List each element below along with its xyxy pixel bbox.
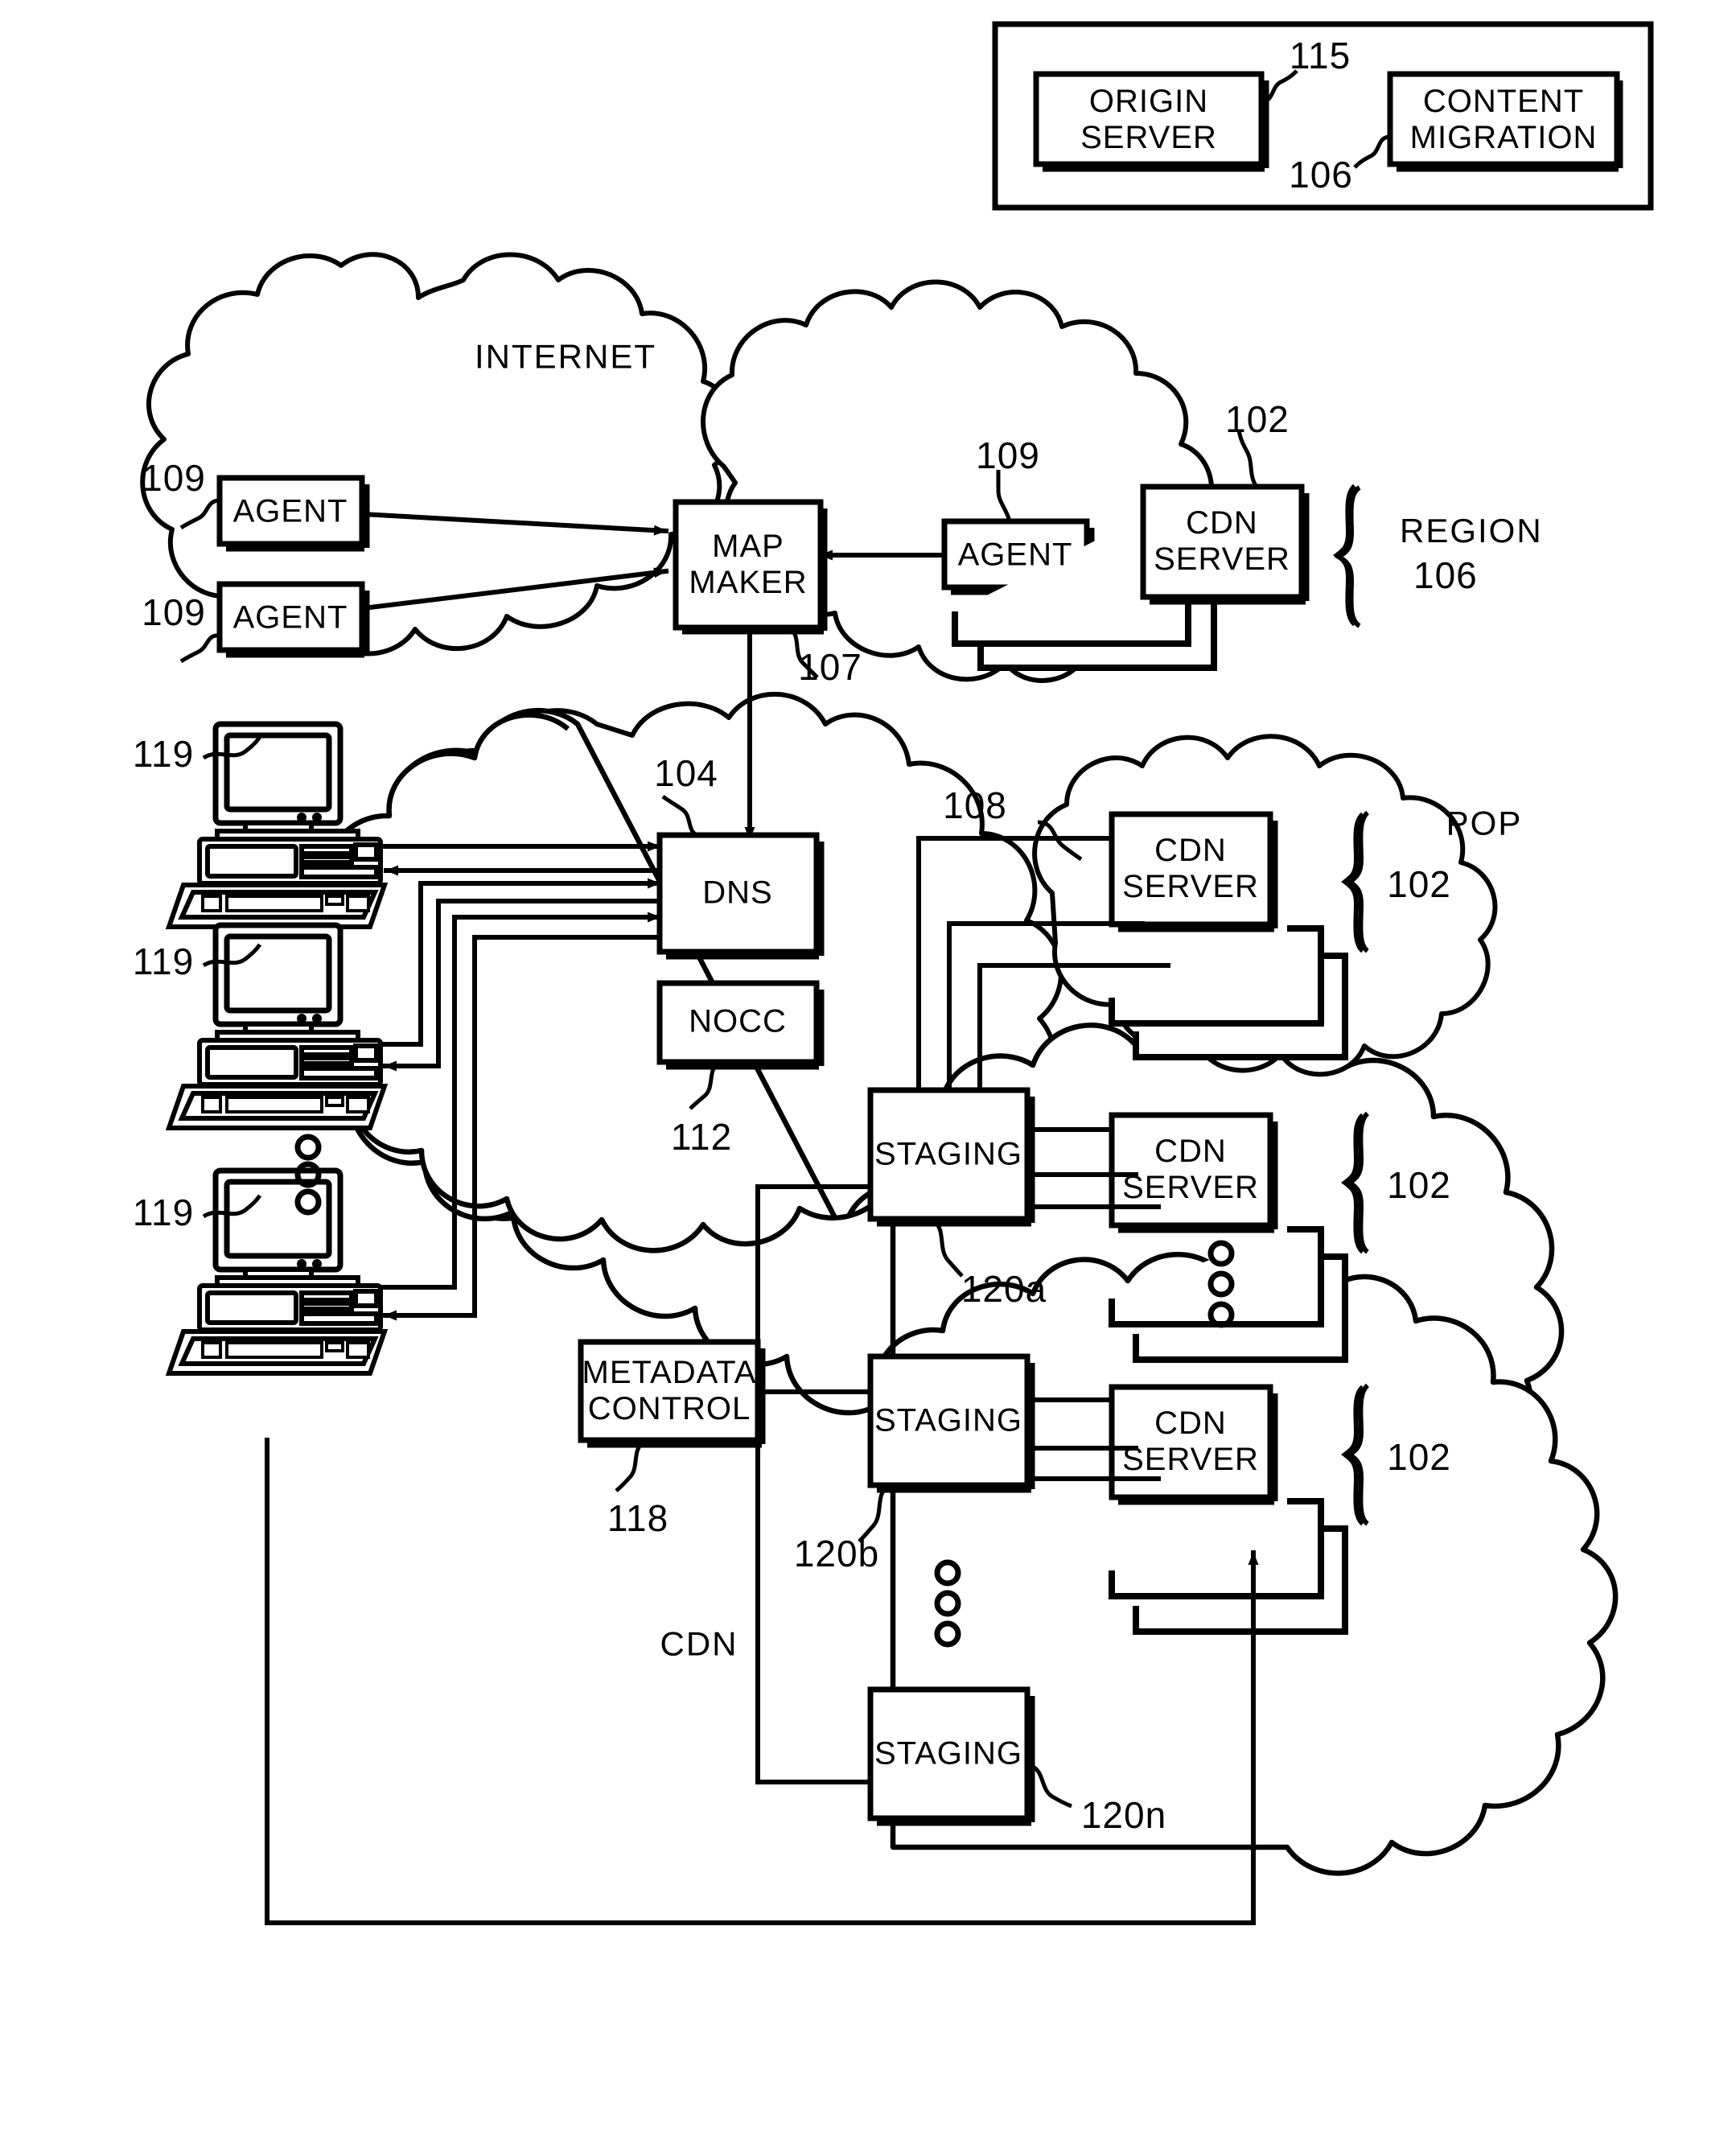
ref-109-a: 109 xyxy=(142,457,206,500)
region-brace-label-line1: REGION xyxy=(1400,512,1543,549)
origin-server-label: ORIGIN SERVER xyxy=(1080,84,1217,155)
staging-a-label: STAGING xyxy=(874,1136,1023,1172)
ref-104: 104 xyxy=(654,752,718,795)
ref-108: 108 xyxy=(943,784,1007,827)
wire-metadata-stagingn xyxy=(755,1422,873,1784)
diagram-main-layer xyxy=(140,21,1654,1925)
ref-120b: 120b xyxy=(793,1533,880,1575)
figure-canvas: ORIGIN SERVER CONTENT MIGRATION 115 106 … xyxy=(0,0,1736,2132)
ref-106: 106 xyxy=(1289,154,1353,196)
content-migration-label: CONTENT MIGRATION xyxy=(1409,84,1598,155)
client-3-computer xyxy=(165,1167,389,1376)
ref-107: 107 xyxy=(798,646,862,689)
ref-115: 115 xyxy=(1289,35,1351,77)
cdn-cloud-label: CDN xyxy=(660,1624,738,1663)
cdn-server-mid-label: CDN SERVER xyxy=(1122,1134,1259,1205)
ref-109-b: 109 xyxy=(142,591,206,634)
ref-102-mid: 102 xyxy=(1387,1164,1451,1207)
staging-b-label: STAGING xyxy=(874,1402,1023,1438)
ref-109-c: 109 xyxy=(976,434,1040,477)
cdn-server-pop-label: CDN SERVER xyxy=(1122,833,1259,904)
dns-label: DNS xyxy=(702,875,773,911)
ref-112: 112 xyxy=(670,1116,733,1159)
ref-102-pop: 102 xyxy=(1387,863,1451,906)
leader-109-b xyxy=(179,633,220,664)
cdn-server-region-label: CDN SERVER xyxy=(1154,505,1290,577)
cdn-server-low-label: CDN SERVER xyxy=(1122,1406,1259,1477)
leader-118 xyxy=(615,1440,645,1492)
ref-120n: 120n xyxy=(1080,1794,1167,1837)
ref-119-a: 119 xyxy=(132,733,195,776)
pop-cloud-label: POP xyxy=(1446,804,1523,842)
ref-102-region: 102 xyxy=(1225,398,1290,441)
ref-120a: 120a xyxy=(961,1268,1047,1311)
ref-118: 118 xyxy=(607,1497,669,1540)
internet-cloud-label: INTERNET xyxy=(475,337,656,376)
ref-102-low: 102 xyxy=(1387,1436,1451,1479)
metadata-control-label: METADATA CONTROL xyxy=(582,1355,757,1426)
map-maker-label: MAP MAKER xyxy=(689,529,808,600)
nocc-label: NOCC xyxy=(689,1003,787,1039)
ref-119-c: 119 xyxy=(132,1192,195,1234)
agent-1-label: AGENT xyxy=(232,493,348,529)
ref-119-b: 119 xyxy=(132,940,195,983)
agent-2-label: AGENT xyxy=(232,599,348,636)
agent-3-label: AGENT xyxy=(957,537,1073,573)
staging-n-label: STAGING xyxy=(874,1735,1023,1772)
region-brace-label-line2: 106 xyxy=(1413,554,1478,596)
